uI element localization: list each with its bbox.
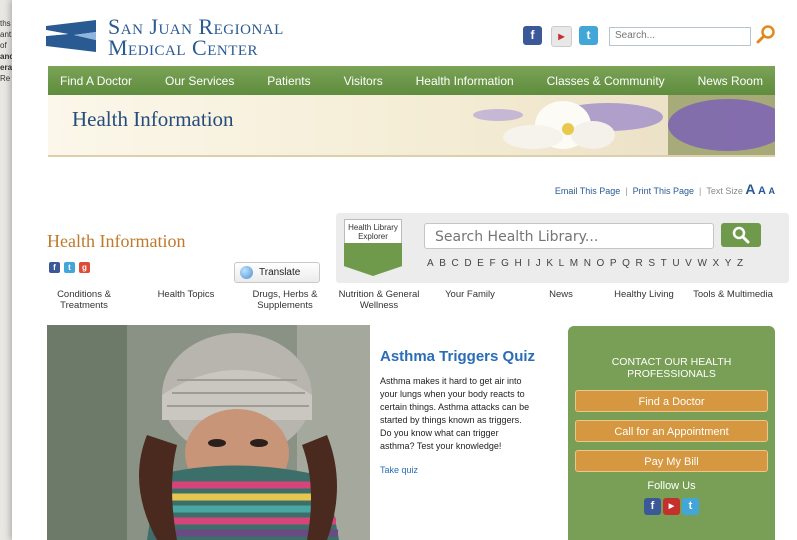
take-quiz-link[interactable]: Take quiz	[380, 465, 418, 475]
section-title: Health Information	[47, 231, 186, 251]
tab-conditions-treatments[interactable]: Conditions & Treatments	[44, 289, 124, 311]
nav-classes-community[interactable]: Classes & Community	[547, 74, 665, 88]
nav-find-a-doctor[interactable]: Find A Doctor	[60, 74, 132, 88]
library-search-field[interactable]	[433, 224, 707, 250]
feature-body: Asthma makes it hard to get air into you…	[380, 376, 530, 451]
flower-image	[473, 95, 775, 155]
banner-title: Health Information	[72, 107, 234, 131]
search-icon[interactable]	[755, 24, 777, 46]
library-explorer-tab[interactable]: Health Library Explorer	[344, 219, 402, 276]
search-icon	[732, 226, 750, 244]
tab-drugs-herbs-supplements[interactable]: Drugs, Herbs & Supplements	[242, 289, 328, 311]
alphabet-index[interactable]: ABCDEFGHIJKLMNOPQRSTUVWXYZ	[427, 258, 749, 269]
tab-your-family[interactable]: Your Family	[430, 289, 510, 300]
follow-twitter-icon[interactable]: t	[682, 498, 699, 515]
nav-health-information[interactable]: Health Information	[416, 74, 514, 88]
site-search-field[interactable]	[610, 28, 750, 43]
call-appointment-button[interactable]: Call for an Appointment	[575, 420, 768, 442]
email-page-link[interactable]: Email This Page	[555, 186, 620, 196]
text-size-small[interactable]: A	[769, 186, 776, 196]
hero-photo	[47, 325, 370, 540]
print-page-link[interactable]: Print This Page	[633, 186, 694, 196]
twitter-icon[interactable]: t	[579, 26, 598, 45]
nav-news-room[interactable]: News Room	[698, 74, 763, 88]
feature-card: Asthma Triggers Quiz Asthma makes it har…	[370, 325, 547, 540]
tab-tools-multimedia[interactable]: Tools & Multimedia	[684, 289, 782, 300]
twitter-share-icon[interactable]: t	[64, 262, 75, 273]
text-size-label: Text Size	[706, 186, 743, 196]
feature-title[interactable]: Asthma Triggers Quiz	[380, 348, 535, 365]
contact-panel: CONTACT OUR HEALTH PROFESSIONALS Find a …	[568, 326, 775, 540]
text-size-medium[interactable]: A	[758, 185, 766, 197]
page-banner: Health Information	[48, 95, 775, 157]
follow-us-label: Follow Us	[647, 480, 696, 492]
nav-visitors[interactable]: Visitors	[344, 74, 383, 88]
category-tabs: Conditions & Treatments Health Topics Dr…	[44, 289, 776, 315]
follow-youtube-icon[interactable]: ▶	[663, 498, 680, 515]
find-a-doctor-button[interactable]: Find a Doctor	[575, 390, 768, 412]
nav-our-services[interactable]: Our Services	[165, 74, 234, 88]
logo-icon[interactable]	[46, 18, 96, 52]
health-library-explorer: Health Library Explorer ABCDEFGHIJKLMNOP…	[336, 213, 789, 283]
browser-page: San Juan Regional Medical Center f ▶ t F…	[12, 0, 797, 540]
text-size-large[interactable]: A	[745, 181, 755, 197]
page-utility: Email This Page | Print This Page | Text Siz…	[554, 181, 776, 197]
google-plus-share-icon[interactable]: g	[79, 262, 90, 273]
site-search-input[interactable]	[609, 27, 751, 46]
share-icons: f t g	[49, 262, 90, 273]
tab-health-topics[interactable]: Health Topics	[146, 289, 226, 300]
nav-patients[interactable]: Patients	[267, 74, 310, 88]
contact-heading: CONTACT OUR HEALTH PROFESSIONALS	[611, 356, 732, 380]
library-search-button[interactable]	[721, 223, 761, 247]
library-search-input[interactable]	[424, 223, 714, 250]
tab-news[interactable]: News	[521, 289, 601, 300]
globe-icon	[240, 266, 253, 279]
tab-nutrition-wellness[interactable]: Nutrition & General Wellness	[324, 289, 434, 311]
brand-name[interactable]: San Juan Regional Medical Center	[108, 16, 284, 59]
pay-my-bill-button[interactable]: Pay My Bill	[575, 450, 768, 472]
facebook-icon[interactable]: f	[523, 26, 542, 45]
follow-facebook-icon[interactable]: f	[644, 498, 661, 515]
facebook-share-icon[interactable]: f	[49, 262, 60, 273]
tab-healthy-living[interactable]: Healthy Living	[604, 289, 684, 300]
main-nav: Find A Doctor Our Services Patients Visi…	[48, 66, 775, 95]
translate-button[interactable]: Translate	[234, 262, 320, 283]
youtube-icon[interactable]: ▶	[551, 26, 572, 47]
header: San Juan Regional Medical Center f ▶ t	[12, 0, 797, 66]
